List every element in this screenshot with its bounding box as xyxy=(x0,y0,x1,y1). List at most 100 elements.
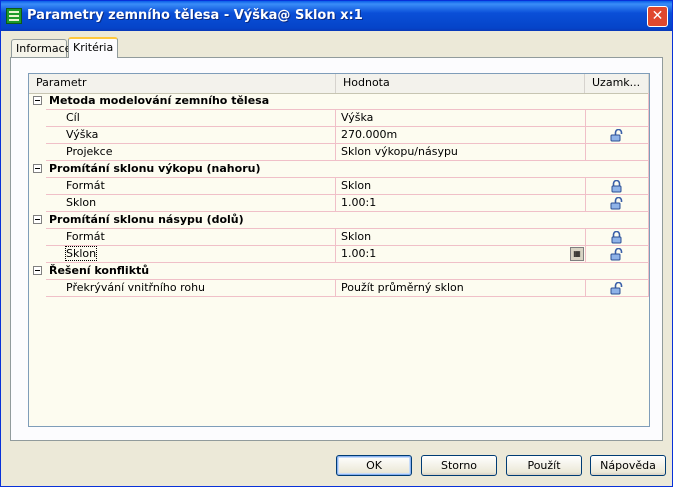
property-grid: Parametr Hodnota Uzamk... Metoda modelov… xyxy=(28,73,650,427)
category-row[interactable]: Promítání sklonu výkopu (nahoru) xyxy=(29,161,649,178)
row-gutter xyxy=(29,246,46,263)
property-value[interactable]: 1.00:1 xyxy=(336,195,586,212)
property-name: Sklon xyxy=(46,246,336,263)
window-title: Parametry zemního tělesa - Výška@ Sklon … xyxy=(27,8,363,23)
property-name: Sklon xyxy=(46,195,336,212)
lock-cell xyxy=(586,280,649,297)
cancel-button[interactable]: Storno xyxy=(421,455,497,476)
apply-button[interactable]: Použít xyxy=(506,455,582,476)
dialog-window: Parametry zemního tělesa - Výška@ Sklon … xyxy=(0,0,673,487)
locked-icon[interactable] xyxy=(610,231,623,244)
label-text: Promítání sklonu výkopu (nahoru) xyxy=(49,162,261,175)
value-text: Použít průměrný sklon xyxy=(341,281,464,294)
lock-cell xyxy=(586,212,649,229)
pick-value-button[interactable]: ▦ xyxy=(570,247,584,261)
unlocked-icon[interactable] xyxy=(610,248,623,261)
grid-header: Parametr Hodnota Uzamk... xyxy=(29,74,649,94)
property-value[interactable]: Sklon výkopu/násypu xyxy=(336,144,586,161)
label-text: Sklon xyxy=(64,246,98,261)
row-gutter xyxy=(29,93,46,110)
lock-cell xyxy=(586,229,649,246)
property-name: Formát xyxy=(46,229,336,246)
collapse-icon[interactable] xyxy=(33,96,42,105)
label-text: Projekce xyxy=(66,145,113,158)
property-value xyxy=(336,212,586,229)
row-gutter xyxy=(29,161,46,178)
tab-informace[interactable]: Informace xyxy=(11,39,71,57)
category-row[interactable]: Řešení konfliktů xyxy=(29,263,649,280)
unlocked-icon[interactable] xyxy=(610,129,623,142)
row-gutter xyxy=(29,212,46,229)
lock-cell xyxy=(586,195,649,212)
property-row[interactable]: Projekce Sklon výkopu/násypu xyxy=(29,144,649,161)
label-text: Výška xyxy=(66,128,99,141)
column-header-hodnota[interactable]: Hodnota xyxy=(336,74,585,93)
property-value[interactable]: Výška xyxy=(336,110,586,127)
property-name: Projekce xyxy=(46,144,336,161)
category-label: Promítání sklonu násypu (dolů) xyxy=(46,212,336,229)
property-name: Formát xyxy=(46,178,336,195)
label-text: Sklon xyxy=(66,196,97,209)
label-text: Formát xyxy=(66,179,105,192)
title-bar[interactable]: Parametry zemního tělesa - Výška@ Sklon … xyxy=(1,1,672,31)
property-name: Výška xyxy=(46,127,336,144)
category-row[interactable]: Promítání sklonu násypu (dolů) xyxy=(29,212,649,229)
property-value xyxy=(336,263,586,280)
lock-cell xyxy=(586,178,649,195)
label-text: Metoda modelování zemního tělesa xyxy=(49,94,270,107)
category-row[interactable]: Metoda modelování zemního tělesa xyxy=(29,93,649,110)
property-value[interactable]: 270.000m xyxy=(336,127,586,144)
row-gutter xyxy=(29,178,46,195)
lock-cell xyxy=(586,93,649,110)
property-value xyxy=(336,161,586,178)
ok-button[interactable]: OK xyxy=(336,455,412,476)
property-row[interactable]: Cíl Výška xyxy=(29,110,649,127)
lock-cell xyxy=(586,110,649,127)
property-value[interactable]: Sklon xyxy=(336,229,586,246)
lock-cell xyxy=(586,246,649,263)
locked-icon[interactable] xyxy=(610,180,623,193)
app-icon xyxy=(6,8,22,24)
property-name: Cíl xyxy=(46,110,336,127)
category-label: Metoda modelování zemního tělesa xyxy=(46,93,336,110)
tab-kriteria[interactable]: Kritéria xyxy=(68,37,118,58)
unlocked-icon[interactable] xyxy=(610,197,623,210)
value-text: 1.00:1 xyxy=(341,196,377,209)
lock-cell xyxy=(586,144,649,161)
value-text: 270.000m xyxy=(341,128,398,141)
label-text: Promítání sklonu násypu (dolů) xyxy=(49,213,244,226)
property-value[interactable]: 1.00:1 ▦ xyxy=(336,246,586,263)
property-row[interactable]: Sklon 1.00:1 ▦ xyxy=(29,246,649,263)
property-row[interactable]: Sklon 1.00:1 xyxy=(29,195,649,212)
value-text: Sklon xyxy=(341,179,372,192)
close-button[interactable]: ✕ xyxy=(647,6,668,27)
property-row[interactable]: Překrývání vnitřního rohu Použít průměrný… xyxy=(29,280,649,297)
tab-panel-kriteria: Parametr Hodnota Uzamk... Metoda modelov… xyxy=(10,57,663,441)
value-text: Výška xyxy=(341,111,374,124)
column-header-parametr[interactable]: Parametr xyxy=(29,74,336,93)
row-gutter xyxy=(29,280,46,297)
property-value[interactable]: Sklon xyxy=(336,178,586,195)
row-gutter xyxy=(29,195,46,212)
property-name: Překrývání vnitřního rohu xyxy=(46,280,336,297)
column-header-uzamknuto[interactable]: Uzamk... xyxy=(585,74,649,93)
unlocked-icon[interactable] xyxy=(610,282,623,295)
collapse-icon[interactable] xyxy=(33,215,42,224)
property-row[interactable]: Formát Sklon xyxy=(29,178,649,195)
row-gutter xyxy=(29,127,46,144)
collapse-icon[interactable] xyxy=(33,266,42,275)
lock-cell xyxy=(586,127,649,144)
row-gutter xyxy=(29,263,46,280)
category-label: Řešení konfliktů xyxy=(46,263,336,280)
property-value[interactable]: Použít průměrný sklon xyxy=(336,280,586,297)
category-label: Promítání sklonu výkopu (nahoru) xyxy=(46,161,336,178)
label-text: Řešení konfliktů xyxy=(49,264,150,277)
row-gutter xyxy=(29,110,46,127)
value-text: Sklon výkopu/násypu xyxy=(341,145,458,158)
property-row[interactable]: Výška 270.000m xyxy=(29,127,649,144)
help-button[interactable]: Nápověda xyxy=(590,455,666,476)
collapse-icon[interactable] xyxy=(33,164,42,173)
label-text: Cíl xyxy=(66,111,80,124)
value-text: Sklon xyxy=(341,230,372,243)
property-row[interactable]: Formát Sklon xyxy=(29,229,649,246)
